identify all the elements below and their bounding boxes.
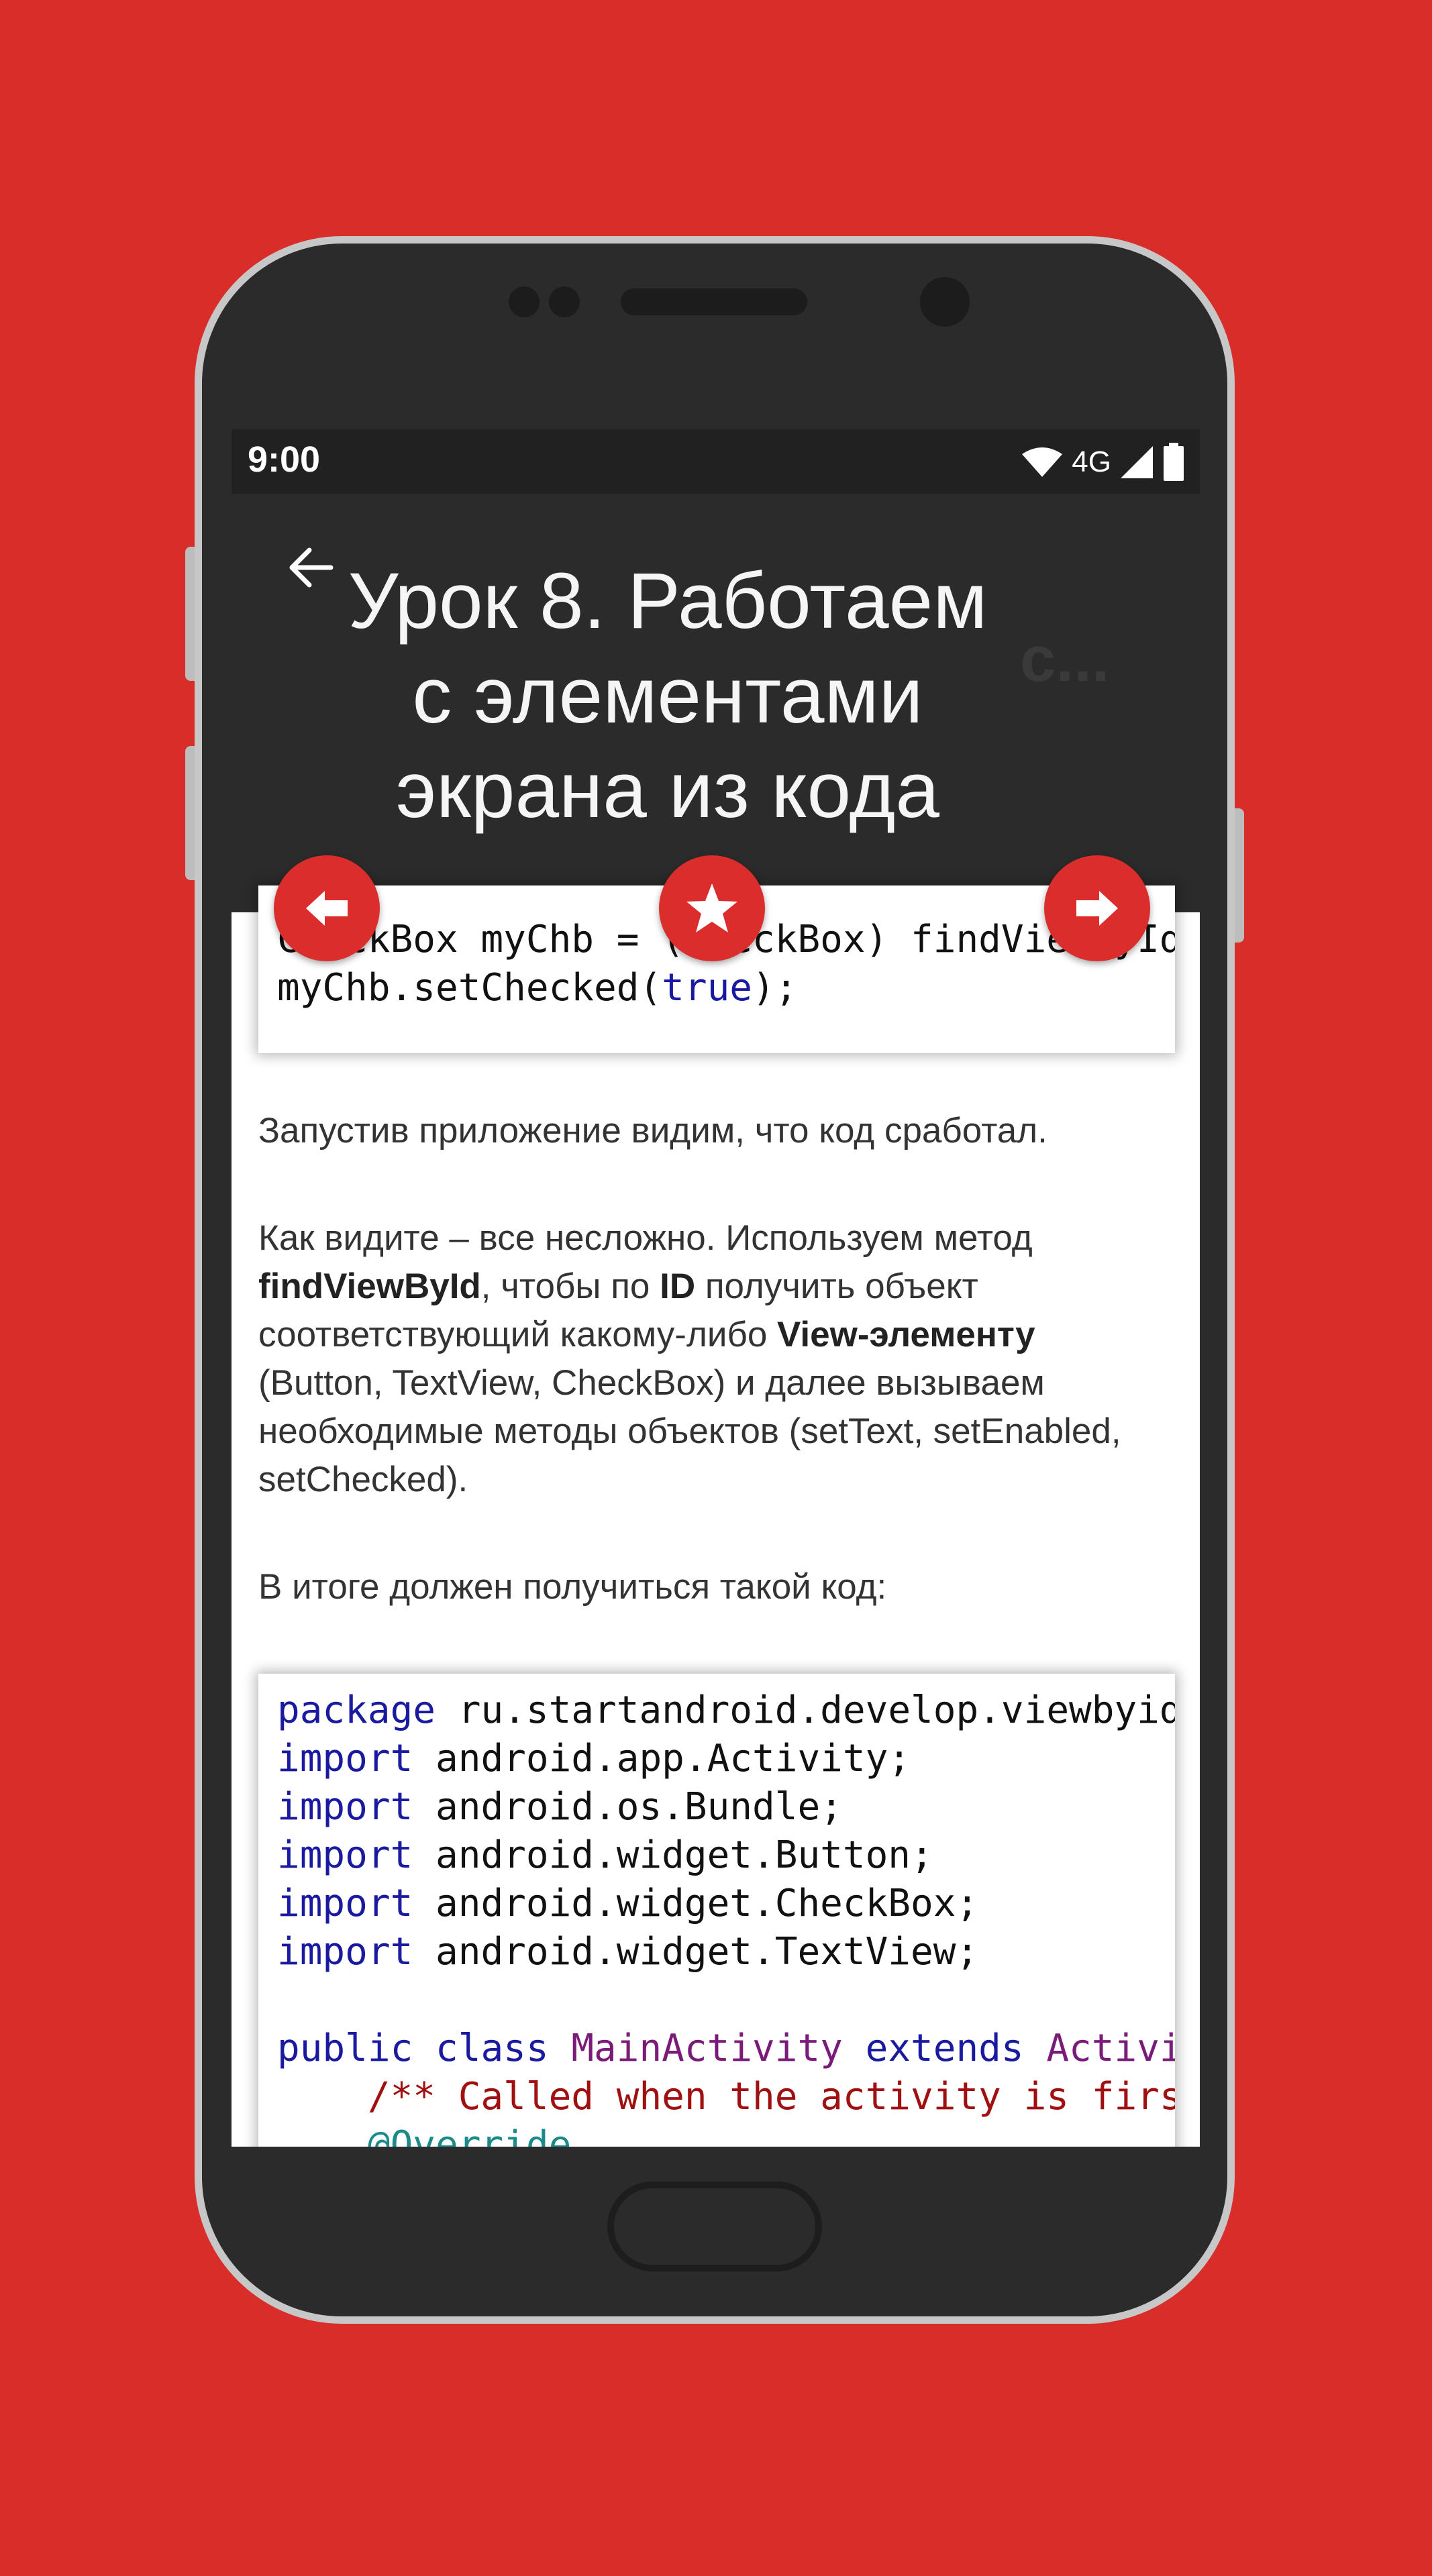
code-line: import android.app.Activity;	[277, 1737, 911, 1780]
back-arrow-icon[interactable]	[284, 541, 338, 594]
code-line: import android.widget.CheckBox;	[277, 1882, 979, 1925]
status-bar: 9:00 4G	[232, 429, 1200, 494]
previous-lesson-button[interactable]	[274, 855, 380, 961]
battery-icon	[1164, 443, 1184, 481]
code-line: /** Called when the activity is first cr…	[367, 2075, 1175, 2118]
arrow-right-bold-icon	[1076, 891, 1118, 926]
status-time: 9:00	[248, 439, 321, 480]
favorite-button[interactable]	[659, 855, 765, 961]
power-button[interactable]	[1233, 808, 1244, 943]
code-line: package ru.startandroid.develop.viewbyid…	[277, 1688, 1175, 1732]
wifi-icon	[1022, 447, 1063, 477]
home-button[interactable]	[607, 2182, 822, 2271]
light-sensor	[549, 286, 580, 317]
phone-screen: 9:00 4G Урок 8. Работаем с элементами эк…	[232, 429, 1200, 2147]
proximity-sensor	[509, 286, 540, 317]
code-line: import android.widget.TextView;	[277, 1930, 979, 1974]
code-line: myChb.setChecked(true);	[277, 966, 798, 1010]
code-line: import android.widget.Button;	[277, 1833, 933, 1877]
code-line: @Override	[367, 2123, 572, 2147]
paragraph-result: Запустив приложение видим, что код срабо…	[258, 1111, 1047, 1150]
star-icon	[686, 883, 737, 932]
paragraph-summary: В итоге должен получиться такой код:	[258, 1567, 887, 1607]
code-line: public class MainActivity extends Activi…	[277, 2027, 1175, 2070]
status-icons: 4G	[1021, 439, 1185, 486]
article-content[interactable]: CheckBox myChb = (CheckBox) findViewById…	[232, 885, 1200, 2147]
arrow-left-bold-icon	[306, 891, 348, 926]
earpiece-speaker	[621, 288, 807, 315]
cellular-signal-icon	[1121, 446, 1153, 478]
app-bar: Урок 8. Работаем с элементами экрана из …	[232, 494, 1200, 912]
title-overflow-text: с...	[1020, 623, 1110, 695]
paragraph-explanation: Как видите – все несложно. Используем ме…	[258, 1218, 1121, 1499]
next-lesson-button[interactable]	[1044, 855, 1150, 961]
page-title: Урок 8. Работаем с элементами экрана из …	[348, 557, 988, 835]
code-line: import android.os.Bundle;	[277, 1785, 843, 1829]
code-block-full: package ru.startandroid.develop.viewbyid…	[258, 1674, 1175, 2147]
front-camera	[920, 277, 970, 327]
network-type-label: 4G	[1072, 445, 1111, 478]
